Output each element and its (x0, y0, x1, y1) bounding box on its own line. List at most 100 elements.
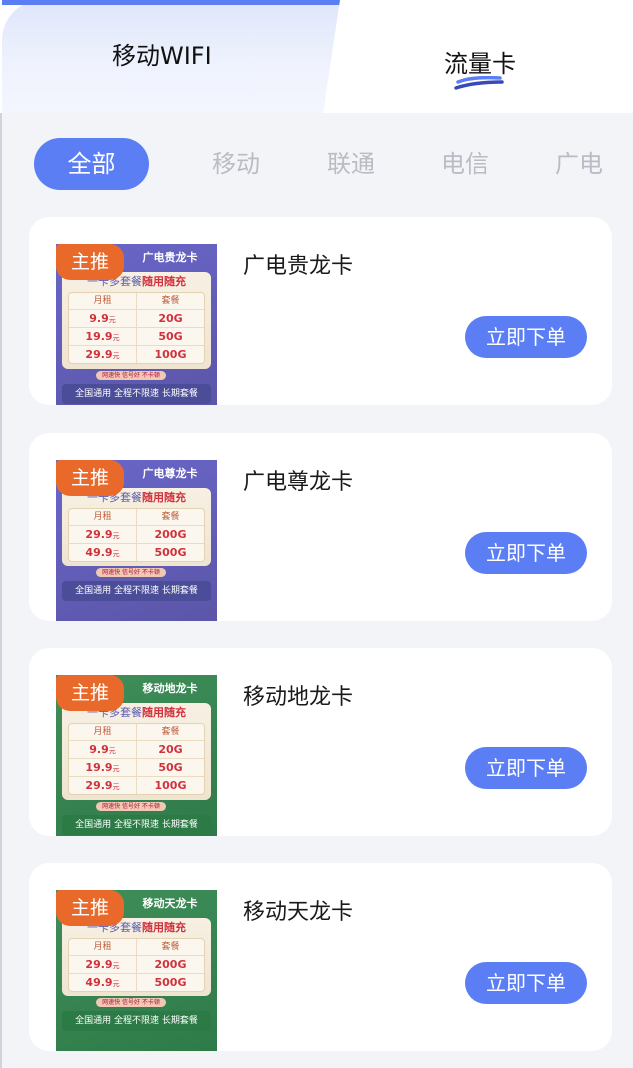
thumb-data-amount: 200G (136, 526, 204, 543)
thumb-price: 29.9 (85, 528, 113, 541)
filter-china-telecom[interactable]: 电信 (441, 138, 489, 190)
thumb-plan-row: 49.9元 500G (69, 973, 204, 991)
thumb-data-amount: 200G (136, 956, 204, 973)
thumb-footer: 全国通用 全程不限速 长期套餐 (62, 1011, 211, 1031)
thumb-plan-table: 月租 套餐 9.9元 20G 19.9元 50G 29.9元 100G (68, 292, 205, 364)
recommended-badge: 主推 (56, 460, 124, 496)
operator-filter-bar: 全部 移动 联通 电信 广电 (0, 138, 633, 190)
thumb-data-amount: 500G (136, 544, 204, 561)
thumb-price-unit: 元 (112, 765, 120, 773)
order-now-button[interactable]: 立即下单 (465, 316, 587, 358)
thumb-footer: 全国通用 全程不限速 长期套餐 (62, 815, 211, 835)
thumb-price: 29.9 (85, 779, 113, 792)
thumb-card-title: 广电贵龙卡 (142, 251, 198, 264)
filter-all[interactable]: 全部 (34, 138, 149, 190)
product-card[interactable]: 广电贵龙卡 一卡多套餐随用随充 月租 套餐 9.9元 20G 19.9元 50G 29.9元 10… (29, 217, 612, 405)
recommended-badge: 主推 (56, 244, 124, 280)
thumb-plan-row: 29.9元 100G (69, 345, 204, 363)
thumb-col-rent: 月租 (93, 296, 112, 306)
thumb-plan-row: 9.9元 20G (69, 740, 204, 758)
product-name: 移动地龙卡 (243, 685, 354, 710)
thumb-plan-panel: 一卡多套餐随用随充 月租 套餐 29.9元 200G 49.9元 500G (62, 488, 211, 566)
product-thumbnail: 广电贵龙卡 一卡多套餐随用随充 月租 套餐 9.9元 20G 19.9元 50G 29.9元 10… (56, 244, 217, 405)
thumb-plan-table: 月租 套餐 9.9元 20G 19.9元 50G 29.9元 100G (68, 723, 205, 795)
thumb-slogan-highlight: 随用随充 (142, 706, 186, 719)
filter-china-broadnet[interactable]: 广电 (555, 138, 603, 190)
thumb-footer: 全国通用 全程不限速 长期套餐 (62, 581, 211, 601)
thumb-feature-note: 网速快 信号好 不卡顿 (96, 568, 166, 577)
thumb-col-rent: 月租 (93, 727, 112, 737)
thumb-data-amount: 500G (136, 974, 204, 991)
thumb-plan-row: 19.9元 50G (69, 758, 204, 776)
thumb-col-rent: 月租 (93, 942, 112, 952)
thumb-col-plan: 套餐 (136, 724, 204, 740)
thumb-price-unit: 元 (112, 783, 120, 791)
active-tab-indicator (454, 76, 504, 90)
tab-mobile-wifi[interactable]: 移动WIFI (112, 36, 212, 71)
tab-data-card[interactable]: 流量卡 (444, 44, 516, 79)
product-thumbnail: 广电尊龙卡 一卡多套餐随用随充 月租 套餐 29.9元 200G 49.9元 500G 网速快 … (56, 460, 217, 621)
thumb-plan-row: 29.9元 200G (69, 525, 204, 543)
thumb-feature-note: 网速快 信号好 不卡顿 (96, 802, 166, 811)
thumb-feature-note: 网速快 信号好 不卡顿 (96, 998, 166, 1007)
thumb-price-unit: 元 (112, 550, 120, 558)
order-now-button[interactable]: 立即下单 (465, 747, 587, 789)
thumb-data-amount: 20G (136, 741, 204, 758)
thumb-price-unit: 元 (108, 747, 116, 755)
thumb-data-amount: 20G (136, 310, 204, 327)
thumb-col-plan: 套餐 (136, 293, 204, 309)
thumb-price-unit: 元 (112, 980, 120, 988)
thumb-plan-row: 19.9元 50G (69, 327, 204, 345)
thumb-price-unit: 元 (112, 962, 120, 970)
thumb-card-title: 移动天龙卡 (142, 897, 198, 910)
filter-china-mobile[interactable]: 移动 (212, 138, 260, 190)
thumb-slogan-highlight: 随用随充 (142, 275, 186, 288)
thumb-plan-row: 29.9元 100G (69, 776, 204, 794)
thumb-price: 49.9 (85, 976, 113, 989)
thumb-plan-panel: 一卡多套餐随用随充 月租 套餐 9.9元 20G 19.9元 50G 29.9元 100G (62, 272, 211, 369)
thumb-price-unit: 元 (108, 316, 116, 324)
thumb-price: 19.9 (85, 761, 113, 774)
thumb-price: 19.9 (85, 330, 113, 343)
product-thumbnail: 移动天龙卡 一卡多套餐随用随充 月租 套餐 29.9元 200G 49.9元 500G 网速快 … (56, 890, 217, 1051)
product-name: 广电尊龙卡 (243, 470, 354, 495)
thumb-col-rent: 月租 (93, 512, 112, 522)
thumb-plan-panel: 一卡多套餐随用随充 月租 套餐 9.9元 20G 19.9元 50G 29.9元 100G (62, 703, 211, 800)
thumb-price-unit: 元 (112, 334, 120, 342)
thumb-card-title: 移动地龙卡 (142, 682, 198, 695)
product-name: 移动天龙卡 (243, 900, 354, 925)
thumb-price-unit: 元 (112, 532, 120, 540)
thumb-price: 29.9 (85, 348, 113, 361)
order-now-button[interactable]: 立即下单 (465, 962, 587, 1004)
thumb-plan-row: 9.9元 20G (69, 309, 204, 327)
thumb-plan-table: 月租 套餐 29.9元 200G 49.9元 500G (68, 938, 205, 992)
thumb-price: 9.9 (89, 743, 109, 756)
thumb-data-amount: 50G (136, 328, 204, 345)
thumb-plan-table: 月租 套餐 29.9元 200G 49.9元 500G (68, 508, 205, 562)
thumb-plan-row: 49.9元 500G (69, 543, 204, 561)
thumb-card-title: 广电尊龙卡 (142, 467, 198, 480)
thumb-col-plan: 套餐 (136, 509, 204, 525)
product-thumbnail: 移动地龙卡 一卡多套餐随用随充 月租 套餐 9.9元 20G 19.9元 50G 29.9元 10… (56, 675, 217, 836)
thumb-slogan-highlight: 随用随充 (142, 921, 186, 934)
thumb-plan-panel: 一卡多套餐随用随充 月租 套餐 29.9元 200G 49.9元 500G (62, 918, 211, 996)
thumb-price-unit: 元 (112, 352, 120, 360)
thumb-price: 29.9 (85, 958, 113, 971)
recommended-badge: 主推 (56, 890, 124, 926)
product-card[interactable]: 移动天龙卡 一卡多套餐随用随充 月租 套餐 29.9元 200G 49.9元 500G 网速快 … (29, 863, 612, 1051)
product-name: 广电贵龙卡 (243, 254, 354, 279)
thumb-slogan-highlight: 随用随充 (142, 491, 186, 504)
recommended-badge: 主推 (56, 675, 124, 711)
thumb-data-amount: 100G (136, 777, 204, 794)
product-card[interactable]: 移动地龙卡 一卡多套餐随用随充 月租 套餐 9.9元 20G 19.9元 50G 29.9元 10… (29, 648, 612, 836)
thumb-data-amount: 100G (136, 346, 204, 363)
product-card[interactable]: 广电尊龙卡 一卡多套餐随用随充 月租 套餐 29.9元 200G 49.9元 500G 网速快 … (29, 433, 612, 621)
thumb-col-plan: 套餐 (136, 939, 204, 955)
top-tab-bar: 移动WIFI 流量卡 (0, 0, 633, 113)
order-now-button[interactable]: 立即下单 (465, 532, 587, 574)
thumb-data-amount: 50G (136, 759, 204, 776)
filter-china-unicom[interactable]: 联通 (327, 138, 375, 190)
thumb-footer: 全国通用 全程不限速 长期套餐 (62, 384, 211, 404)
thumb-feature-note: 网速快 信号好 不卡顿 (96, 371, 166, 380)
thumb-price: 9.9 (89, 312, 109, 325)
